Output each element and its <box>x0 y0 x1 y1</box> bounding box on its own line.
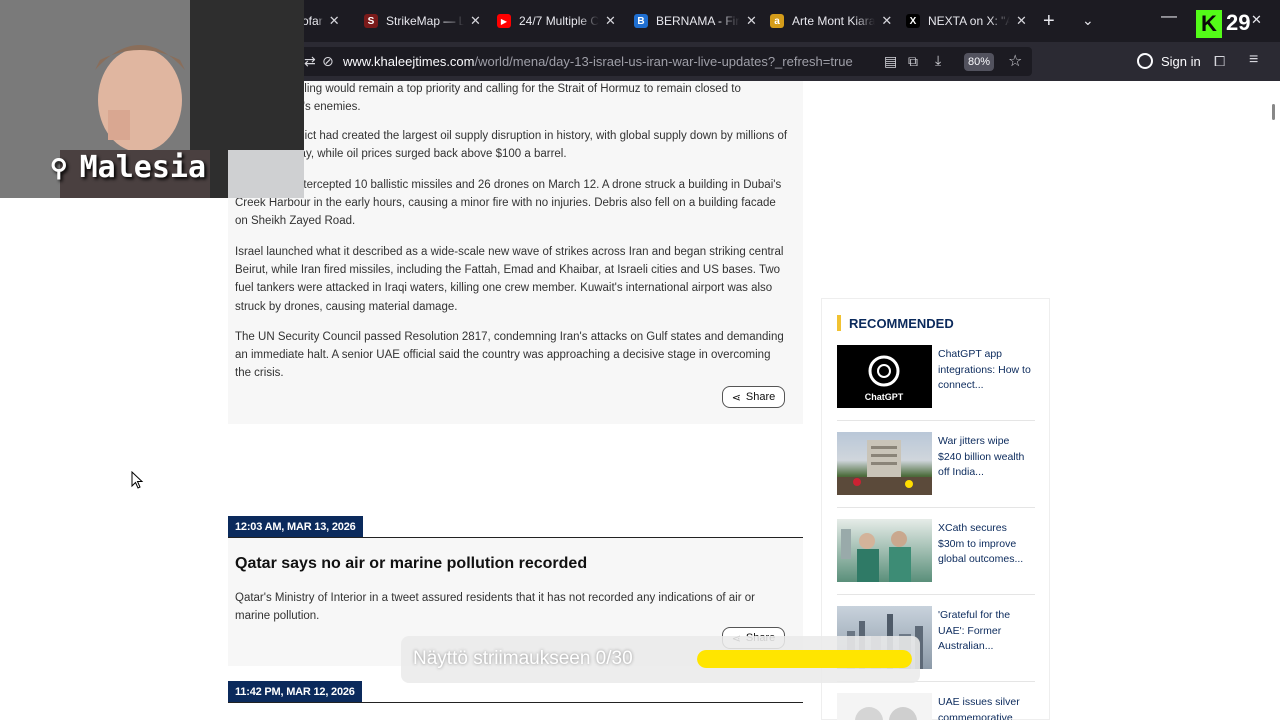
thumbnail-image[interactable] <box>837 519 932 582</box>
divider <box>837 507 1035 508</box>
article-paragraph: ared the conflict had created the larges… <box>235 130 788 161</box>
account-icon <box>1137 53 1153 69</box>
address-bar[interactable]: ⇄ ⊘ www.khaleejtimes.com/world/mena/day-… <box>296 47 1032 76</box>
recommended-title[interactable]: XCath secures $30m to improve global out… <box>938 521 1034 568</box>
kick-logo-icon: K <box>1196 10 1222 38</box>
stream-goal-progress-fill <box>697 650 912 668</box>
divider <box>228 702 803 703</box>
thumbnail-image[interactable]: ChatGPT <box>837 345 932 408</box>
sign-in-button[interactable]: Sign in <box>1137 53 1201 69</box>
thumb-label: ChatGPT <box>865 392 904 402</box>
heading-accent-bar <box>837 315 841 331</box>
coins-photo-icon <box>855 707 917 720</box>
thumbnail-image[interactable] <box>837 693 932 720</box>
tab-title: StrikeMap — Live <box>386 14 464 28</box>
bookmark-star-icon[interactable]: ☆ <box>1008 51 1022 71</box>
extensions-icon[interactable]: ⧠ <box>1214 53 1225 70</box>
kick-viewer-count: 29 <box>1226 10 1251 35</box>
recommended-title[interactable]: ChatGPT app integrations: How to connect… <box>938 347 1034 394</box>
download-icon[interactable]: ⤓ <box>935 52 941 69</box>
mouse-cursor-icon <box>131 471 144 489</box>
x-favicon-icon: X <box>906 14 920 28</box>
tab-close-icon[interactable]: ✕ <box>470 13 481 29</box>
tab-title: ofar <box>302 14 323 28</box>
recommended-title[interactable]: 'Grateful for the UAE': Former Australia… <box>938 608 1034 655</box>
menu-hamburger-icon[interactable]: ≡ <box>1249 51 1258 69</box>
location-pin-icon: ⚲ <box>50 153 68 182</box>
arte-favicon-icon: a <box>770 14 784 28</box>
minimize-icon[interactable]: — <box>1161 8 1177 26</box>
tab-title: 24/7 Multiple Cam <box>519 14 599 28</box>
permissions-icon[interactable]: ⇄ <box>304 53 316 70</box>
tab-close-icon[interactable]: ✕ <box>329 13 340 29</box>
new-tab-plus-icon[interactable]: + <box>1043 10 1055 33</box>
article-paragraph: Israel launched what it described as a w… <box>235 246 784 313</box>
tab-close-icon[interactable]: ✕ <box>746 13 757 29</box>
list-tabs-chevron-icon[interactable]: ⌄ <box>1082 12 1094 29</box>
tab-title: BERNAMA - Fire <box>656 14 740 28</box>
url-domain: www.khaleejtimes.com <box>343 54 475 69</box>
building-photo-icon <box>837 440 932 495</box>
live-update-entry: his father's killing would remain a top … <box>228 81 803 424</box>
recommended-title[interactable]: UAE issues silver commemorative <box>938 695 1034 720</box>
entry-headline[interactable]: Qatar says no air or marine pollution re… <box>235 555 587 573</box>
chatgpt-logo-icon: ChatGPT <box>865 355 904 402</box>
tracking-protection-icon[interactable]: ⊘ <box>322 53 334 70</box>
stream-goal-text: Näyttö striimaukseen 0/30 <box>413 648 633 669</box>
article-paragraph: his father's killing would remain a top … <box>235 83 741 114</box>
webcam-overlay: ⚲ Malesia <box>0 0 304 198</box>
url-path: /world/mena/day-13-israel-us-iran-war-li… <box>474 54 853 69</box>
stream-goal-progress-bar <box>697 650 912 668</box>
tab-1[interactable]: S StrikeMap — Live ✕ <box>364 8 481 34</box>
location-label: ⚲ Malesia <box>50 150 206 185</box>
tab-title: Arte Mont Kiara <box>792 14 876 28</box>
divider <box>837 594 1035 595</box>
youtube-favicon-icon: ▶ <box>497 14 511 28</box>
zoom-level[interactable]: 80% <box>964 53 994 71</box>
entry-body: Qatar's Ministry of Interior in a tweet … <box>235 592 755 623</box>
article-paragraph: ir defences intercepted 10 ballistic mis… <box>235 179 782 228</box>
tab-close-icon[interactable]: ✕ <box>605 13 616 29</box>
thumbnail-image[interactable] <box>837 432 932 495</box>
timestamp-badge: 12:03 AM, MAR 13, 2026 <box>228 516 363 537</box>
timestamp-badge: 11:42 PM, MAR 12, 2026 <box>228 681 362 702</box>
reader-view-icon[interactable]: ▤ <box>884 53 897 70</box>
sign-in-label: Sign in <box>1161 53 1201 69</box>
stream-goal-widget: Näyttö striimaukseen 0/30 <box>401 636 920 683</box>
medical-team-photo-icon <box>841 529 911 582</box>
tab-title: NEXTA on X: "At <box>928 14 1010 28</box>
window-close-icon[interactable]: ✕ <box>1251 12 1262 28</box>
recommended-title[interactable]: War jitters wipe $240 billion wealth off… <box>938 434 1034 481</box>
article-paragraph: The UN Security Council passed Resolutio… <box>235 331 784 380</box>
page-scrollbar-thumb[interactable] <box>1272 104 1275 120</box>
bernama-favicon-icon: B <box>634 14 648 28</box>
recommended-heading: RECOMMENDED <box>837 315 954 331</box>
location-text: Malesia <box>79 150 207 185</box>
tab-2[interactable]: ▶ 24/7 Multiple Cam ✕ <box>497 8 616 34</box>
url-text[interactable]: www.khaleejtimes.com/world/mena/day-13-i… <box>343 54 853 69</box>
tab-3[interactable]: B BERNAMA - Fire ✕ <box>634 8 757 34</box>
recommended-heading-text: RECOMMENDED <box>849 315 954 331</box>
tab-4[interactable]: a Arte Mont Kiara ✕ <box>770 8 892 34</box>
picture-in-picture-icon[interactable]: ⧉ <box>908 53 918 70</box>
tab-close-icon[interactable]: ✕ <box>881 13 892 29</box>
tab-close-icon[interactable]: ✕ <box>1016 13 1027 29</box>
divider <box>837 420 1035 421</box>
screen: ofar ✕ S StrikeMap — Live ✕ ▶ 24/7 Multi… <box>0 0 1280 720</box>
share-icon: ⋖ <box>731 391 741 404</box>
tab-5[interactable]: X NEXTA on X: "At ✕ <box>906 8 1027 34</box>
strikemap-favicon-icon: S <box>364 14 378 28</box>
tab-0[interactable]: ofar ✕ <box>302 8 340 34</box>
share-label: Share <box>745 391 776 403</box>
share-button[interactable]: ⋖ Share <box>722 386 785 408</box>
